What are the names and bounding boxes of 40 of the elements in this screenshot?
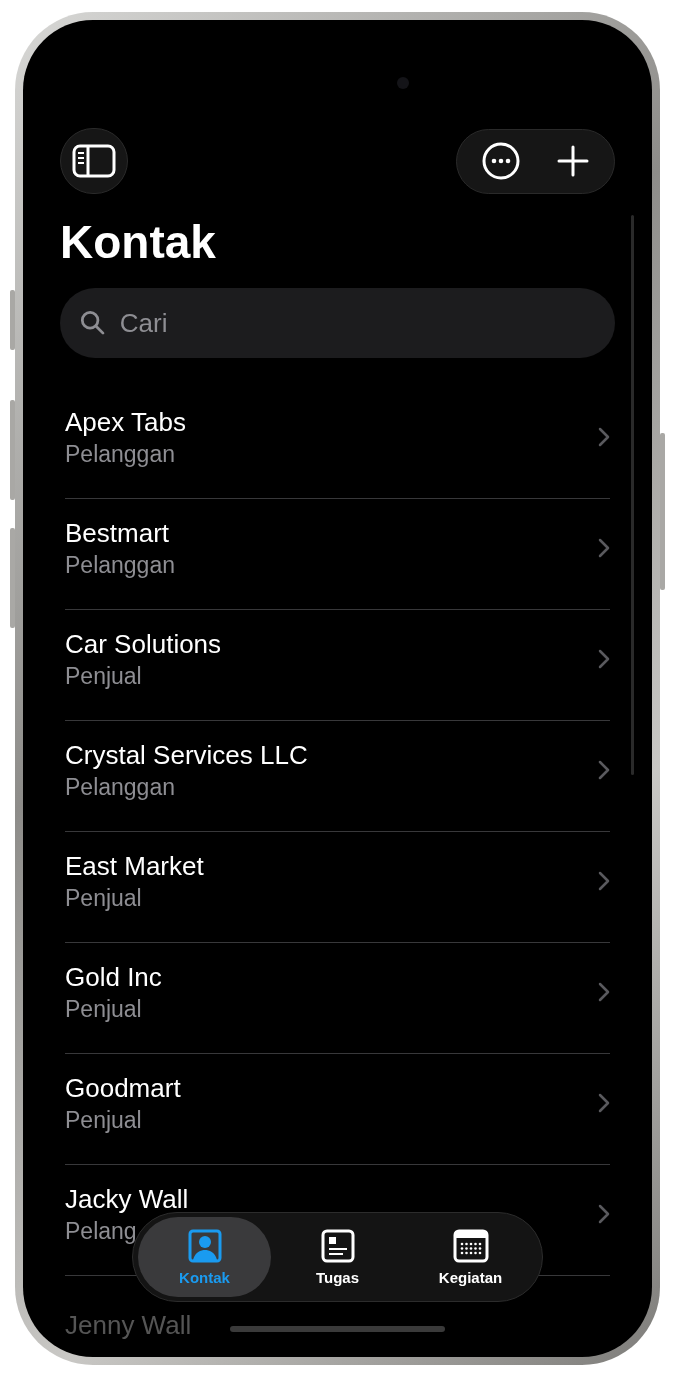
chevron-icon (598, 871, 610, 891)
chevron-icon (598, 538, 610, 558)
search-bar[interactable]: Cari (60, 288, 615, 358)
person-icon (187, 1228, 222, 1263)
plus-icon (557, 145, 590, 177)
chevron-icon (598, 1093, 610, 1113)
more-button[interactable] (481, 142, 520, 180)
contact-name[interactable]: Car Solutions (65, 628, 222, 660)
search-icon (80, 309, 106, 337)
contact-type: Penjual (65, 995, 143, 1023)
contact-name[interactable]: Gold Inc (65, 961, 162, 993)
contact-name[interactable]: Crystal Services LLC (65, 739, 308, 771)
contact-type: Pelanggan (65, 773, 176, 801)
contact-type: Penjual (65, 1106, 143, 1134)
calendar-icon (452, 1228, 489, 1263)
tab[interactable]: Tugas (271, 1217, 404, 1297)
chevron-icon (598, 649, 610, 669)
chevron-icon (598, 982, 610, 1002)
contact-name[interactable]: Goodmart (65, 1072, 181, 1104)
chevron-icon (598, 427, 610, 447)
tab[interactable]: Kontak (138, 1217, 271, 1297)
contact-name[interactable]: Apex Tabs (65, 406, 186, 438)
camera-dot (397, 77, 409, 89)
add-button[interactable] (557, 145, 590, 177)
page-title: Kontak (60, 215, 217, 270)
contact-name[interactable]: Bestmart (65, 517, 175, 549)
search-field[interactable]: Cari (117, 306, 595, 340)
chevron-icon (598, 1204, 610, 1224)
contact-name[interactable]: East Market (65, 850, 204, 882)
contact-type: Penjual (65, 884, 143, 912)
contact-type: Pelang (65, 1217, 138, 1245)
chevron-icon (598, 760, 610, 780)
more-icon (481, 142, 520, 180)
contact-type: Pelanggan (65, 440, 176, 468)
document-icon (320, 1228, 355, 1263)
contact-name[interactable]: Jacky Wall (65, 1183, 189, 1215)
contact-type: Pelanggan (65, 551, 175, 579)
contact-type: Penjual (65, 662, 143, 690)
tab[interactable]: Kegiatan (404, 1217, 537, 1297)
sidebar-icon (72, 144, 116, 178)
